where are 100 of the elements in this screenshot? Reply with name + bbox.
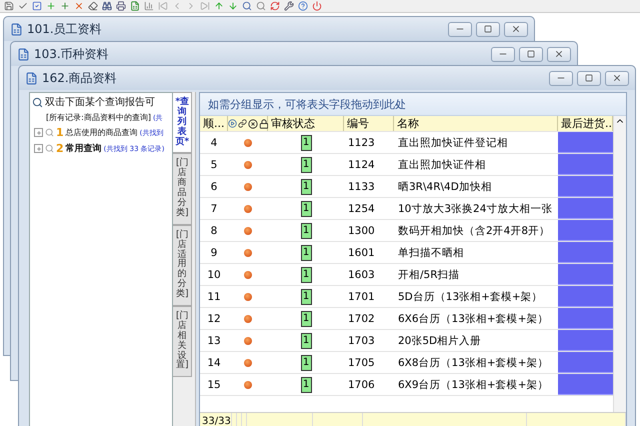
bar-chart-icon[interactable] [144, 1, 154, 11]
lock-icon [259, 118, 269, 128]
audit-status-badge: 1 [300, 376, 312, 392]
audit-status-badge: 1 [300, 332, 312, 348]
plus-icon[interactable] [60, 1, 70, 11]
table-cell-text: 1300 [347, 224, 376, 238]
plus-icon[interactable] [46, 1, 56, 11]
status-dot-icon [244, 138, 252, 146]
audit-status-badge: 1 [300, 200, 312, 216]
close-circle-icon [248, 118, 258, 128]
tree-item-label: [所有记录:商品资料中的查询] [46, 112, 151, 123]
column-header[interactable]: 审核状态 [268, 116, 344, 131]
table-cell-text: 单扫描不晒相 [397, 246, 465, 260]
refresh-icon[interactable] [270, 1, 280, 11]
power-icon[interactable] [312, 1, 322, 11]
binoculars-icon[interactable] [102, 1, 112, 11]
close-button[interactable] [547, 46, 571, 62]
table-cell-text: 1703 [347, 334, 376, 348]
column-header[interactable]: 顺... [200, 116, 228, 131]
close-button[interactable] [605, 70, 629, 86]
column-header[interactable]: 名称 [394, 116, 558, 131]
highlighted-cell [558, 264, 613, 285]
highlighted-cell [558, 308, 613, 329]
spreadsheet-icon[interactable] [130, 1, 140, 11]
window-title: 101.员工资料 [27, 20, 103, 38]
table-cell-text: 6 [210, 180, 218, 194]
record-total: 33/33 [200, 413, 232, 426]
maximize-button[interactable] [476, 22, 500, 36]
status-dot-icon [244, 226, 252, 234]
minimize-button[interactable] [549, 70, 573, 86]
search-icon[interactable] [256, 1, 266, 11]
delete-icon[interactable] [74, 1, 84, 11]
window-title: 162.商品资料 [42, 70, 118, 86]
table-cell-text: 11 [206, 290, 222, 304]
expand-toggle[interactable] [34, 128, 43, 137]
printer-icon[interactable] [116, 1, 126, 11]
column-header[interactable]: 最后进货... [558, 116, 613, 131]
link-icon [238, 119, 247, 128]
query-index: 1 [56, 126, 64, 139]
table-cell-text: 10 [206, 268, 222, 282]
audit-status-badge: 1 [300, 178, 312, 194]
table-cell-text: 1254 [347, 202, 376, 216]
table-cell-text: 直出照加快证件相 [397, 158, 487, 172]
tree-item-label[interactable]: 总店使用的商品查询 [66, 127, 138, 138]
table-cell-text: 4 [210, 136, 218, 150]
side-tab[interactable]: [门店相关设置] [173, 306, 192, 378]
last-icon[interactable] [200, 1, 210, 11]
highlighted-cell [558, 286, 613, 307]
highlighted-cell [558, 198, 613, 219]
plus-icon [36, 146, 42, 152]
close-icon [612, 73, 622, 83]
maximize-button[interactable] [577, 70, 601, 86]
check-icon[interactable] [18, 1, 28, 11]
search-icon[interactable] [242, 1, 252, 11]
table-cell-text: 12 [206, 312, 222, 326]
search-icon [45, 144, 54, 153]
highlighted-cell [558, 330, 613, 351]
highlighted-cell [558, 220, 613, 241]
table-cell-text: 6X6台历（13张相+套模+架） [397, 312, 550, 326]
minimize-button[interactable] [448, 22, 472, 36]
close-icon [554, 49, 564, 59]
window-icon [17, 48, 30, 60]
table-cell-text: 1705 [347, 356, 376, 370]
table-cell-text: 1706 [347, 378, 376, 392]
column-header[interactable]: 编号 [344, 116, 394, 131]
up-arrow-icon[interactable] [214, 1, 224, 11]
save-icon[interactable] [4, 1, 14, 11]
close-button[interactable] [504, 22, 528, 36]
minimize-button[interactable] [491, 46, 515, 62]
table-cell-text: 1603 [347, 268, 376, 282]
audit-status-badge: 1 [300, 156, 312, 172]
table-cell-text: 数码开相加快（含2开4开8开） [397, 224, 552, 238]
highlighted-cell [558, 242, 613, 263]
query-index: 2 [56, 142, 64, 155]
wrench-icon[interactable] [284, 1, 294, 11]
first-icon[interactable] [158, 1, 168, 11]
expand-toggle[interactable] [34, 144, 43, 153]
maximize-button[interactable] [519, 46, 543, 62]
eraser-icon[interactable] [88, 1, 98, 11]
side-tab[interactable]: [门店商品分类] [173, 153, 192, 225]
table-cell-text: 13 [206, 334, 222, 348]
status-dot-icon [244, 204, 252, 212]
down-arrow-icon[interactable] [228, 1, 238, 11]
highlighted-cell [558, 154, 613, 175]
table-cell-text: 15 [206, 378, 222, 392]
audit-status-badge: 1 [300, 222, 312, 238]
side-tab[interactable]: *查询列表页* [173, 92, 192, 154]
maximize-icon [585, 74, 593, 82]
help-icon[interactable] [298, 1, 308, 11]
table-cell-text: 1702 [347, 312, 376, 326]
side-tab[interactable]: [门店适用的分类] [173, 224, 192, 306]
table-cell-text: 14 [206, 356, 222, 370]
highlighted-cell [558, 176, 613, 197]
tree-item-label[interactable]: 常用查询 [66, 142, 102, 155]
vertical-scrollbar[interactable] [613, 116, 626, 412]
audit-status-badge: 1 [300, 244, 312, 260]
status-dot-icon [244, 358, 252, 366]
checkbox-icon[interactable] [32, 1, 42, 11]
plus-icon [36, 130, 42, 136]
maximize-icon [527, 50, 535, 58]
